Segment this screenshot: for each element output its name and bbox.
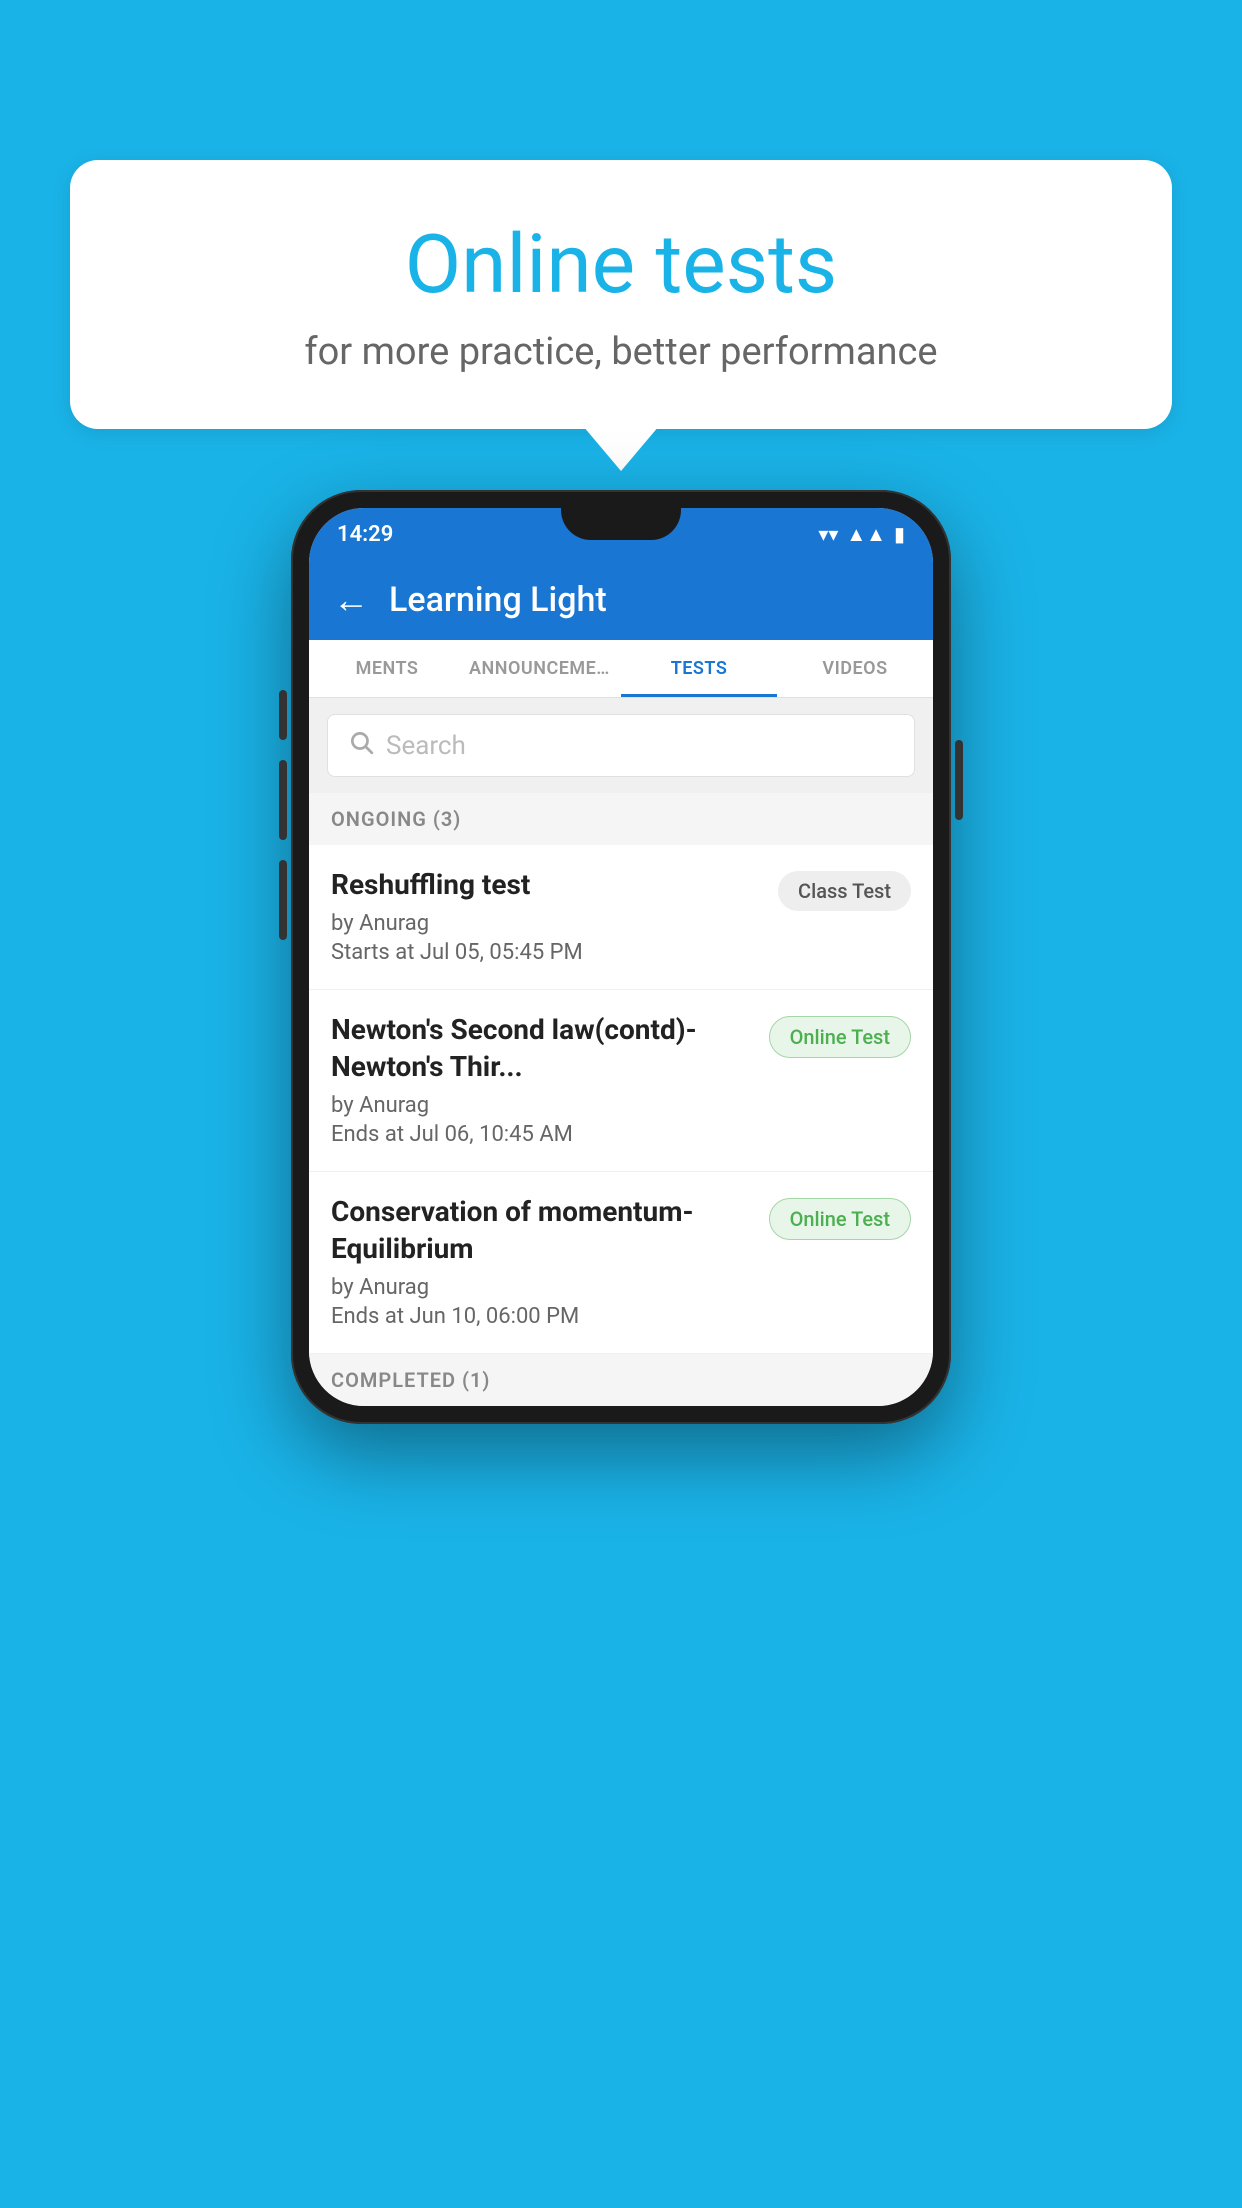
speech-bubble-container: Online tests for more practice, better p… xyxy=(70,160,1172,429)
test-badge: Online Test xyxy=(769,1016,911,1058)
search-bar[interactable]: Search xyxy=(327,714,915,777)
test-date: Ends at Jul 06, 10:45 AM xyxy=(331,1122,753,1147)
battery-icon: ▮ xyxy=(894,522,905,546)
test-item[interactable]: Newton's Second law(contd)-Newton's Thir… xyxy=(309,990,933,1172)
phone-screen: 14:29 ▾▾ ▲▲ ▮ ← Learning Light MENTS ANN… xyxy=(309,508,933,1406)
phone-notch xyxy=(561,508,681,540)
back-button[interactable]: ← xyxy=(333,579,369,621)
speech-bubble: Online tests for more practice, better p… xyxy=(70,160,1172,429)
volume-down-button[interactable] xyxy=(279,760,287,840)
status-bar: 14:29 ▾▾ ▲▲ ▮ xyxy=(309,508,933,560)
tab-announcements[interactable]: ANNOUNCEMENTS xyxy=(465,640,621,697)
test-author: by Anurag xyxy=(331,911,762,936)
signal-icon: ▲▲ xyxy=(846,522,886,547)
test-list: Reshuffling test by Anurag Starts at Jul… xyxy=(309,845,933,1354)
power-button[interactable] xyxy=(955,740,963,820)
tab-ments[interactable]: MENTS xyxy=(309,640,465,697)
ongoing-section-header: ONGOING (3) xyxy=(309,793,933,845)
phone-wrapper: 14:29 ▾▾ ▲▲ ▮ ← Learning Light MENTS ANN… xyxy=(291,490,951,1424)
status-icons: ▾▾ ▲▲ ▮ xyxy=(818,522,905,547)
volume-down-2-button[interactable] xyxy=(279,860,287,940)
status-time: 14:29 xyxy=(337,522,393,547)
test-author: by Anurag xyxy=(331,1093,753,1118)
bubble-subtitle: for more practice, better performance xyxy=(120,330,1122,374)
wifi-icon: ▾▾ xyxy=(818,522,838,546)
test-item[interactable]: Conservation of momentum-Equilibrium by … xyxy=(309,1172,933,1354)
tabs-container: MENTS ANNOUNCEMENTS TESTS VIDEOS xyxy=(309,640,933,698)
test-badge: Online Test xyxy=(769,1198,911,1240)
search-icon xyxy=(348,729,374,762)
test-date: Starts at Jul 05, 05:45 PM xyxy=(331,940,762,965)
test-badge: Class Test xyxy=(778,871,911,911)
test-name: Reshuffling test xyxy=(331,867,762,903)
tab-tests[interactable]: TESTS xyxy=(621,640,777,697)
completed-section-header: COMPLETED (1) xyxy=(309,1354,933,1406)
test-content: Conservation of momentum-Equilibrium by … xyxy=(331,1194,753,1329)
test-author: by Anurag xyxy=(331,1275,753,1300)
tab-videos[interactable]: VIDEOS xyxy=(777,640,933,697)
search-container: Search xyxy=(309,698,933,793)
test-name: Newton's Second law(contd)-Newton's Thir… xyxy=(331,1012,753,1085)
test-name: Conservation of momentum-Equilibrium xyxy=(331,1194,753,1267)
app-bar: ← Learning Light xyxy=(309,560,933,640)
app-title: Learning Light xyxy=(389,580,607,620)
test-item[interactable]: Reshuffling test by Anurag Starts at Jul… xyxy=(309,845,933,990)
search-placeholder: Search xyxy=(386,731,466,761)
phone-outer: 14:29 ▾▾ ▲▲ ▮ ← Learning Light MENTS ANN… xyxy=(291,490,951,1424)
test-content: Newton's Second law(contd)-Newton's Thir… xyxy=(331,1012,753,1147)
test-date: Ends at Jun 10, 06:00 PM xyxy=(331,1304,753,1329)
volume-up-button[interactable] xyxy=(279,690,287,740)
bubble-title: Online tests xyxy=(120,220,1122,310)
test-content: Reshuffling test by Anurag Starts at Jul… xyxy=(331,867,762,965)
